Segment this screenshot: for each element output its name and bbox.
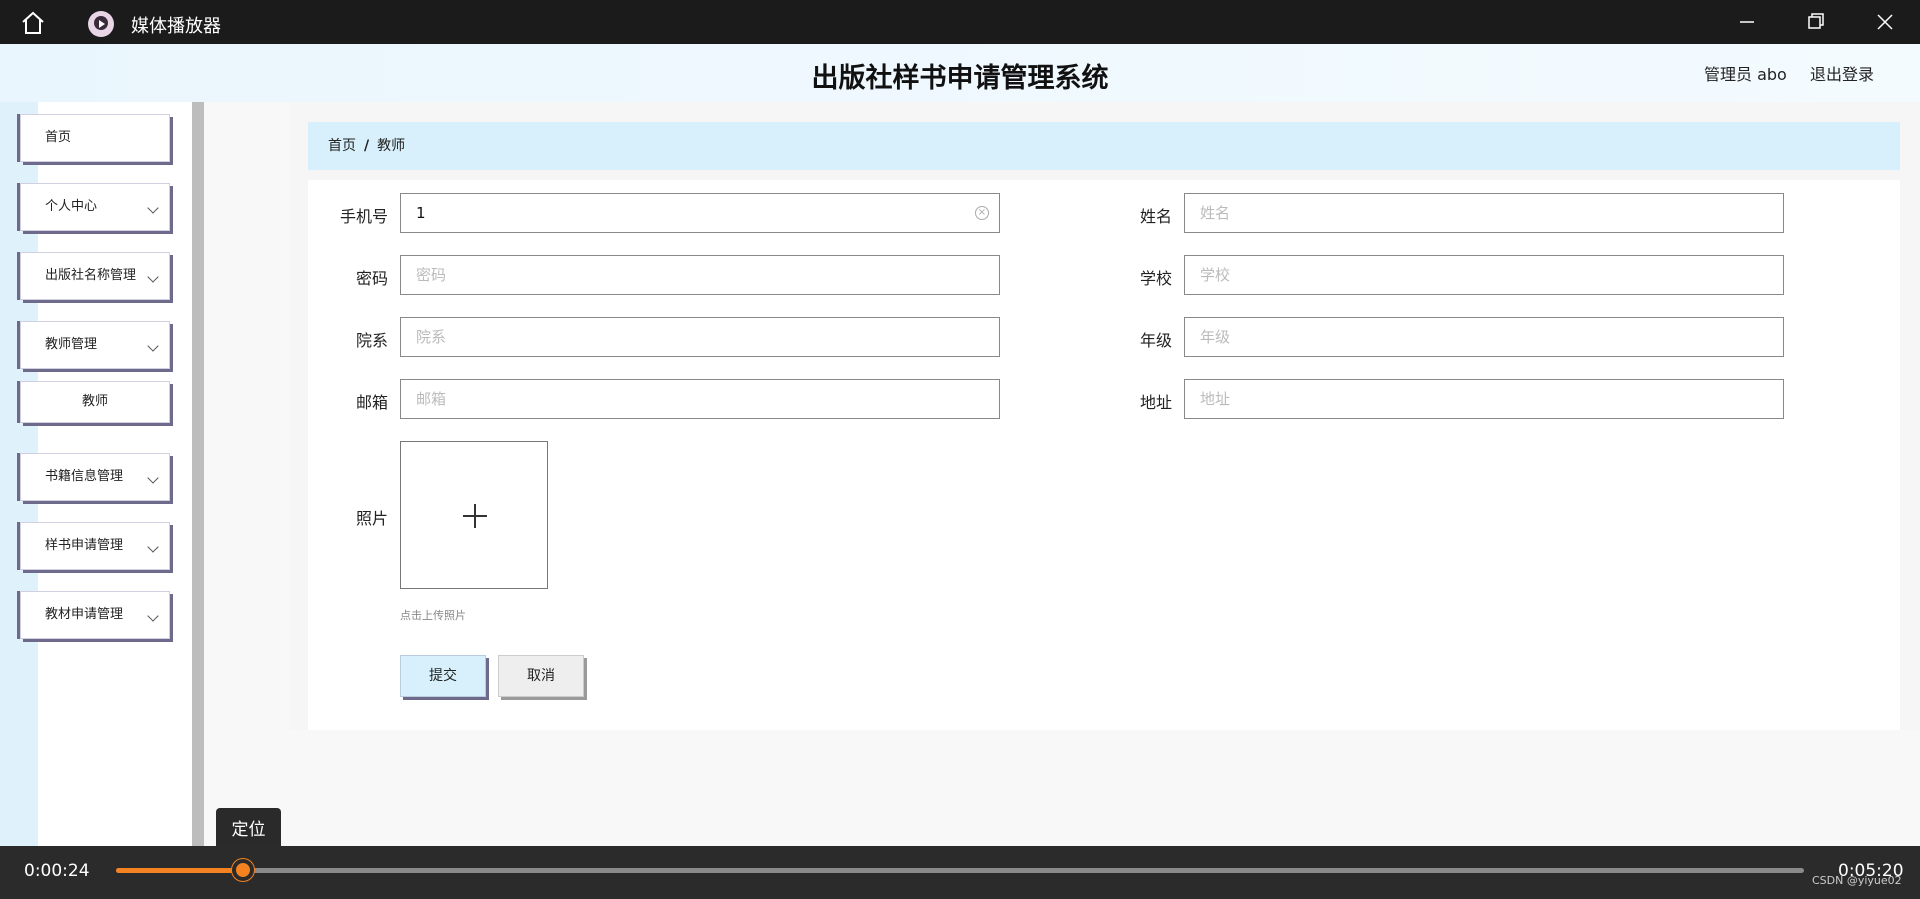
sidebar-item-home[interactable]: 首页 [20,114,170,162]
restore-icon[interactable] [1800,8,1830,36]
sidebar-item-publisher[interactable]: 出版社名称管理 [20,252,170,300]
photo-upload-hint: 点击上传照片 [400,609,466,622]
chevron-down-icon [147,610,159,622]
media-player-controls: 0:00:24 0:05:20 CSDN @yiyue02 [0,846,1920,899]
chevron-down-icon [147,340,159,352]
sidebar-item-label: 首页 [45,130,72,145]
email-label: 邮箱 [355,393,388,412]
chevron-down-icon [147,472,159,484]
sidebar-item-label: 教师 [81,394,108,409]
grade-label: 年级 [1139,331,1172,350]
watermark: CSDN @yiyue02 [1812,874,1902,887]
phone-value: 1 [416,204,426,222]
sidebar-item-label: 个人中心 [45,199,98,214]
photo-upload-box[interactable] [400,441,548,589]
address-label: 地址 [1139,393,1172,412]
home-icon[interactable] [20,10,46,36]
sidebar-item-profile[interactable]: 个人中心 [20,183,170,231]
sidebar-item-sample-requests[interactable]: 样书申请管理 [20,522,170,570]
sidebar-item-label: 教师管理 [45,337,98,352]
current-time: 0:00:24 [24,861,90,881]
system-title: 出版社样书申请管理系统 [811,63,1109,94]
seek-bar-progress [116,868,243,873]
clear-icon[interactable]: × [975,206,989,220]
password-input[interactable]: 密码 [400,255,1000,295]
sidebar-subitem-teacher[interactable]: 教师 [20,381,170,423]
password-label: 密码 [355,269,388,288]
chevron-down-icon [147,541,159,553]
seek-bar[interactable] [116,868,1804,873]
phone-label: 手机号 [339,207,388,226]
sidebar-item-label: 出版社名称管理 [45,268,137,283]
app-header: 出版社样书申请管理系统 管理员 abo 退出登录 [0,44,1920,102]
breadcrumb-home[interactable]: 首页 [328,138,356,154]
breadcrumb-separator: / [364,138,370,154]
photo-label: 照片 [355,509,388,528]
email-input[interactable]: 邮箱 [400,379,1000,419]
department-input[interactable]: 院系 [400,317,1000,357]
admin-label: 管理员 abo [1704,65,1787,84]
department-label: 院系 [355,331,388,350]
address-input[interactable]: 地址 [1184,379,1784,419]
chevron-down-icon [147,271,159,283]
sidebar-scrollbar[interactable] [192,102,204,846]
seek-handle[interactable] [231,859,254,881]
logout-link[interactable]: 退出登录 [1810,61,1874,85]
name-input[interactable]: 姓名 [1184,193,1784,233]
sidebar-item-label: 样书申请管理 [45,538,124,553]
minimize-icon[interactable] [1732,8,1762,36]
phone-input[interactable]: 1 × [400,193,1000,233]
grade-input[interactable]: 年级 [1184,317,1784,357]
sidebar-item-label: 教材申请管理 [45,607,124,622]
window-title: 媒体播放器 [131,16,221,37]
sidebar-item-label: 书籍信息管理 [45,469,124,484]
sidebar-item-teacher-management[interactable]: 教师管理 [20,321,170,369]
breadcrumb: 首页 / 教师 [308,122,1900,170]
window-titlebar: 媒体播放器 [0,0,1920,44]
school-input[interactable]: 学校 [1184,255,1784,295]
media-player-icon [88,11,114,37]
chevron-down-icon [147,202,159,214]
school-label: 学校 [1139,269,1172,288]
cancel-button[interactable]: 取消 [498,655,584,697]
close-icon[interactable] [1870,8,1900,36]
name-label: 姓名 [1139,207,1172,226]
sidebar-item-books[interactable]: 书籍信息管理 [20,453,170,501]
breadcrumb-current: 教师 [377,138,406,154]
sidebar-item-textbook-requests[interactable]: 教材申请管理 [20,591,170,639]
submit-button[interactable]: 提交 [400,655,486,697]
